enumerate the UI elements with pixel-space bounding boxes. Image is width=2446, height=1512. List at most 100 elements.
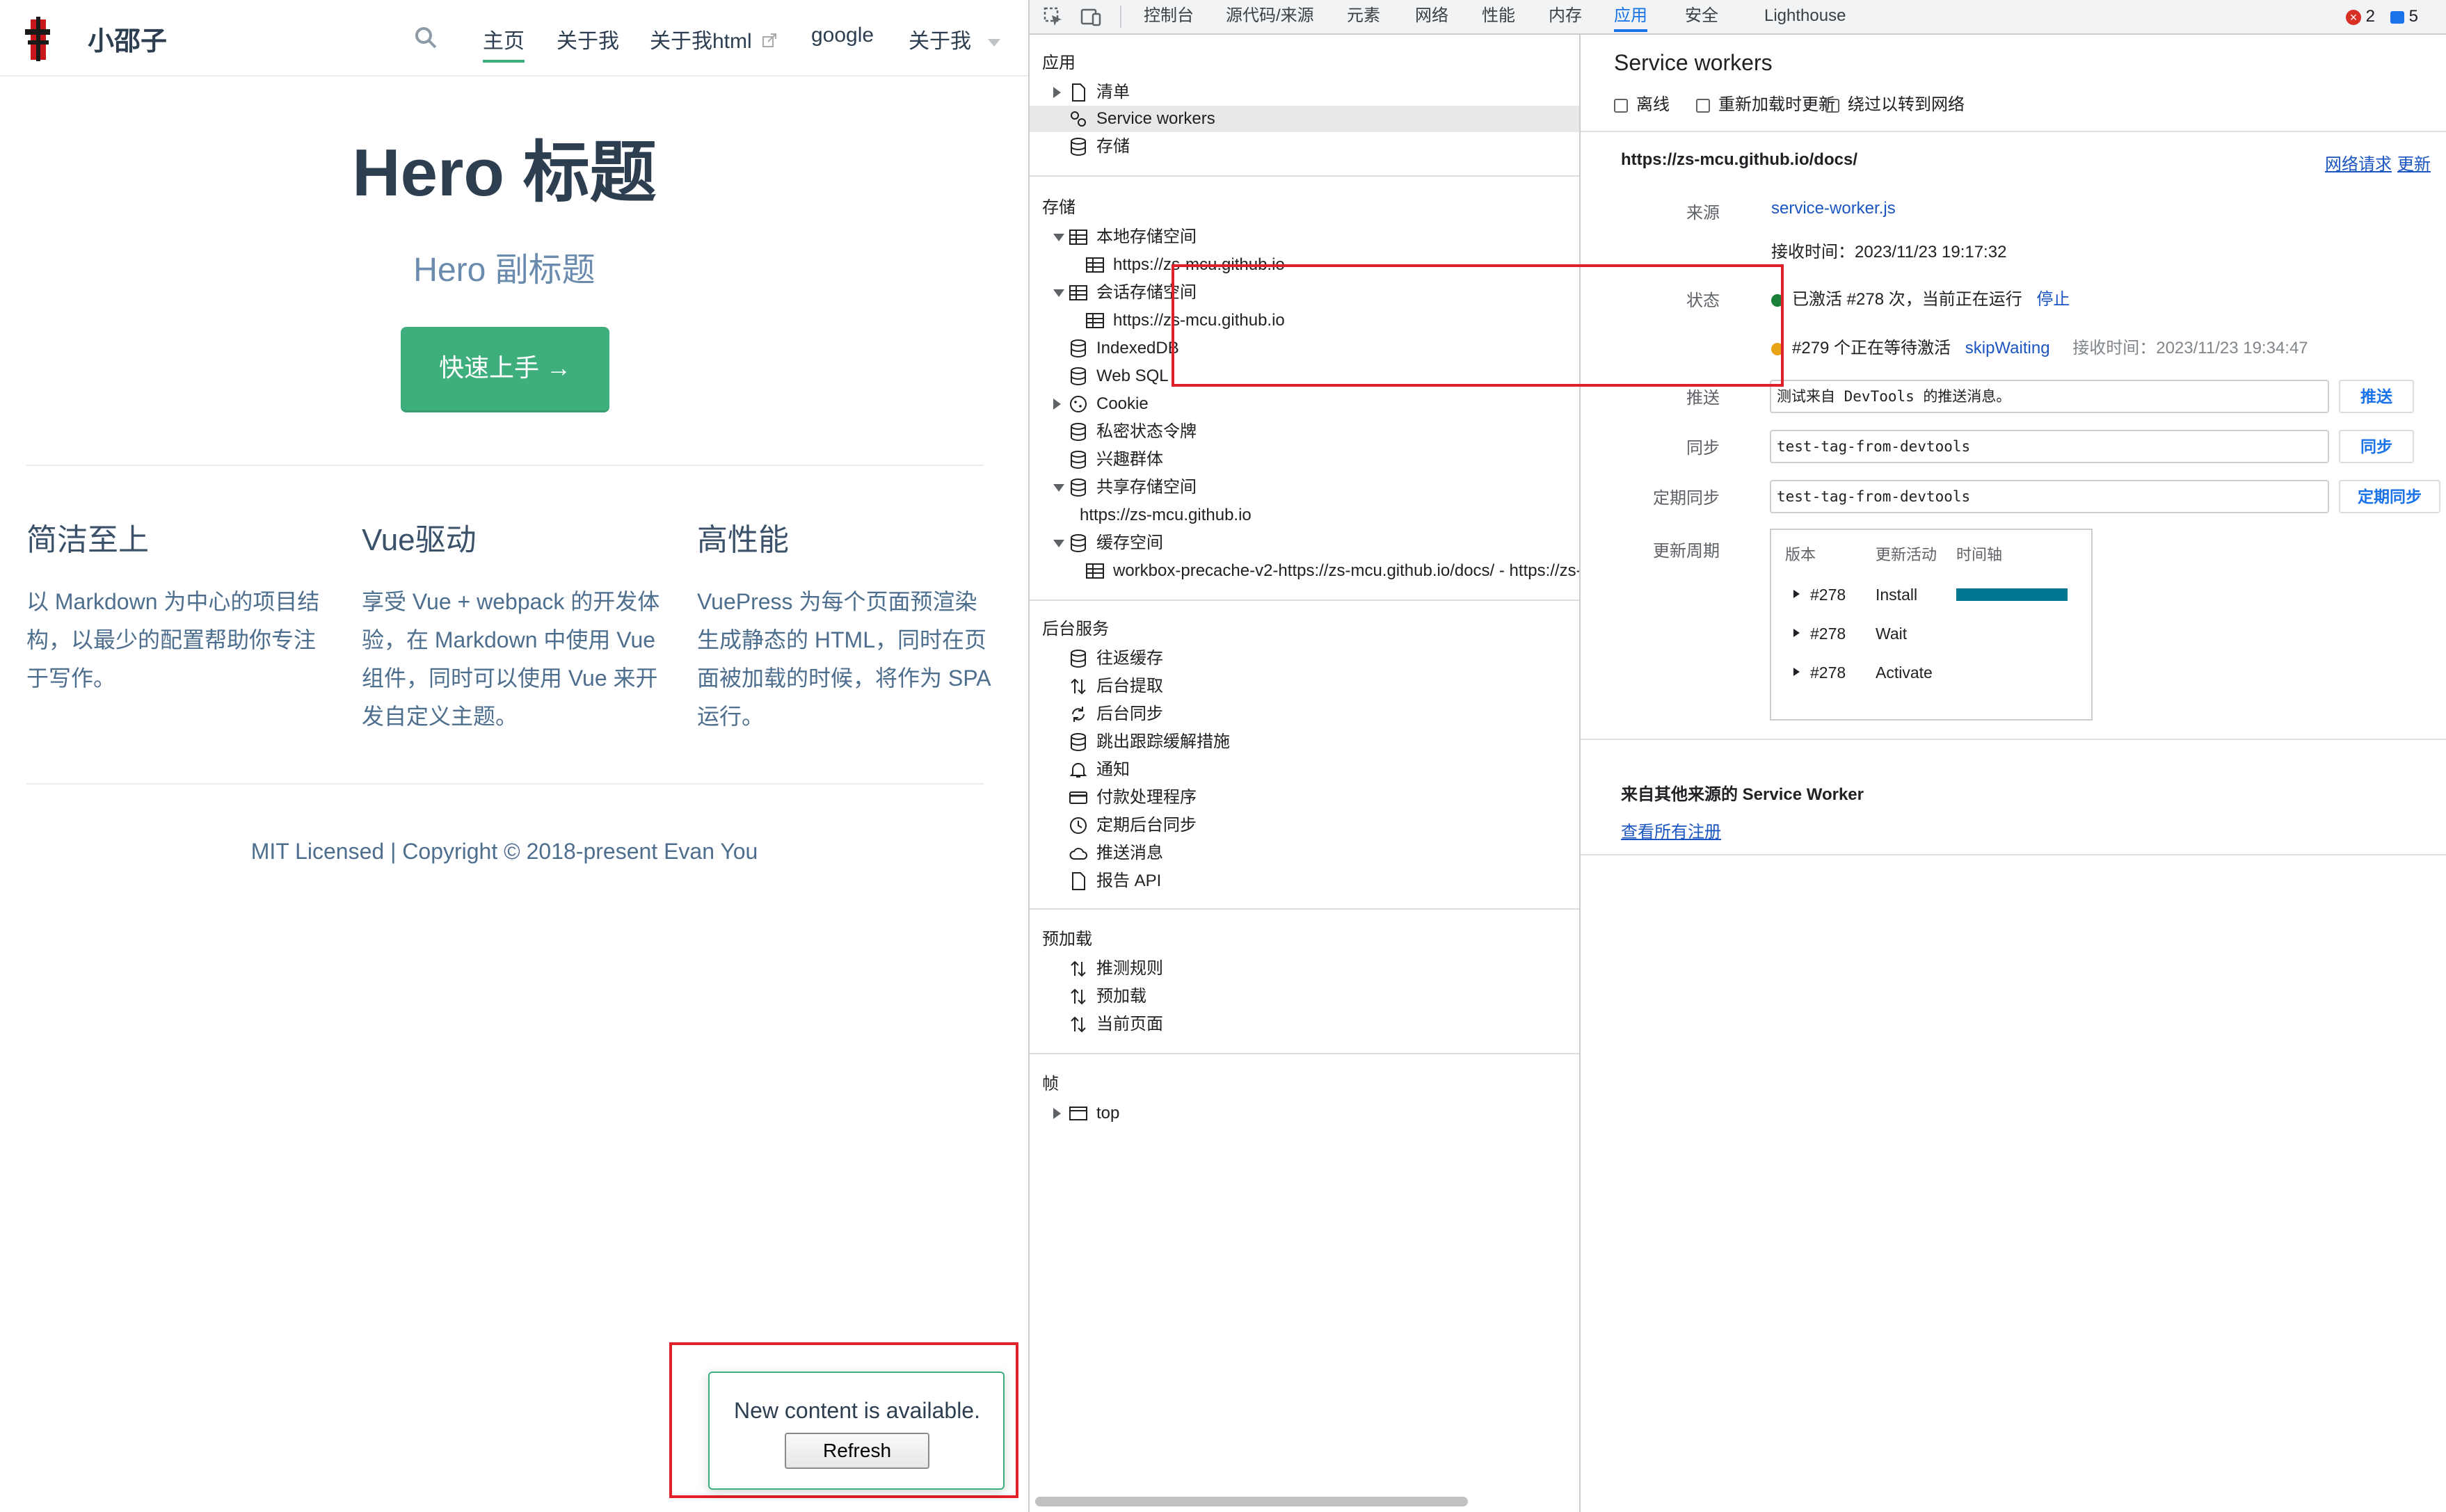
file-icon bbox=[1072, 872, 1085, 890]
sidebar-item-label: Cookie bbox=[1096, 394, 1149, 413]
bypass-for-network-checkbox[interactable]: 绕过以转到网络 bbox=[1825, 90, 1965, 115]
network-requests-link[interactable]: 网络请求 bbox=[2325, 150, 2392, 175]
expand-arrow-icon[interactable] bbox=[1053, 399, 1061, 410]
tab-performance[interactable]: 性能 bbox=[1482, 0, 1515, 32]
source-file-text[interactable]: service-worker.js bbox=[1771, 199, 1896, 218]
tab-sources[interactable]: 源代码/来源 bbox=[1226, 0, 1314, 32]
devtools-toolbar: 控制台 源代码/来源 元素 网络 性能 内存 应用 安全 Lighthouse … bbox=[1030, 0, 2446, 35]
refresh-button[interactable]: Refresh bbox=[785, 1433, 929, 1469]
section-divider bbox=[1030, 1053, 1579, 1054]
tab-elements[interactable]: 元素 bbox=[1347, 0, 1380, 32]
received-time: 接收时间：2023/11/23 19:17:32 bbox=[1771, 243, 2007, 262]
tab-application[interactable]: 应用 bbox=[1614, 0, 1647, 32]
cycle-version: #278 bbox=[1810, 625, 1846, 643]
cycle-version: #278 bbox=[1810, 586, 1846, 604]
checkbox-box[interactable] bbox=[1696, 98, 1710, 113]
site-logo[interactable] bbox=[22, 17, 57, 61]
nav-google[interactable]: google bbox=[811, 24, 874, 47]
sidebar-item-label: 定期后台同步 bbox=[1096, 816, 1197, 835]
tab-lighthouse[interactable]: Lighthouse bbox=[1764, 0, 1846, 32]
sync-input[interactable]: test-tag-from-devtools bbox=[1770, 430, 2329, 463]
get-started-button[interactable]: 快速上手 → bbox=[401, 327, 609, 412]
horizontal-scrollbar[interactable] bbox=[1035, 1497, 1468, 1506]
inspect-element-icon[interactable] bbox=[1042, 6, 1064, 28]
devtools-panel: 控制台 源代码/来源 元素 网络 性能 内存 应用 安全 Lighthouse … bbox=[1028, 0, 2446, 1512]
tab-security[interactable]: 安全 bbox=[1685, 0, 1718, 32]
sidebar-item-label: 共享存储空间 bbox=[1096, 478, 1197, 497]
message-badge[interactable]: 5 bbox=[2390, 6, 2418, 28]
sidebar-item-label: workbox-precache-v2-https://zs-mcu.githu… bbox=[1113, 561, 1579, 580]
database-icon bbox=[1071, 423, 1086, 442]
site-name[interactable]: 小邵子 bbox=[88, 19, 167, 58]
frame-icon bbox=[1069, 1107, 1087, 1120]
sidebar-item-label: 推测规则 bbox=[1096, 959, 1163, 978]
tab-console[interactable]: 控制台 bbox=[1144, 0, 1194, 32]
database-icon bbox=[1071, 478, 1086, 497]
expand-arrow-icon[interactable] bbox=[1793, 668, 1800, 676]
push-input[interactable]: 测试来自 DevTools 的推送消息。 bbox=[1770, 380, 2329, 413]
skip-waiting-link[interactable]: skipWaiting bbox=[1965, 339, 2050, 357]
nav-home[interactable]: 主页 bbox=[483, 24, 525, 63]
update-on-reload-checkbox[interactable]: 重新加载时更新 bbox=[1696, 90, 1835, 115]
nav-about-dropdown[interactable]: 关于我 bbox=[909, 24, 1001, 54]
clock-icon bbox=[1070, 817, 1087, 834]
update-cycle-table: 版本 更新活动 时间轴 #278 Install #278 Wait #278 … bbox=[1770, 529, 2093, 721]
section-divider bbox=[1581, 131, 2446, 132]
nav-about-html[interactable]: 关于我html bbox=[650, 24, 777, 54]
offline-checkbox[interactable]: 离线 bbox=[1614, 90, 1670, 115]
source-file-link[interactable]: service-worker.js bbox=[1771, 199, 1896, 218]
expand-arrow-icon[interactable] bbox=[1793, 590, 1800, 598]
device-toolbar-icon[interactable] bbox=[1080, 6, 1102, 28]
error-badge[interactable]: × 2 bbox=[2346, 6, 2375, 28]
collapse-arrow-icon[interactable] bbox=[1053, 540, 1064, 547]
database-icon bbox=[1071, 339, 1086, 358]
sidebar-item-label: 推送消息 bbox=[1096, 844, 1163, 862]
sync-button[interactable]: 同步 bbox=[2339, 430, 2414, 463]
expand-arrow-icon[interactable] bbox=[1793, 629, 1800, 637]
section-background-services: 后台服务 bbox=[1042, 620, 1109, 638]
section-storage: 存储 bbox=[1042, 198, 1076, 217]
periodic-sync-input[interactable]: test-tag-from-devtools bbox=[1770, 480, 2329, 513]
site-footer: MIT Licensed | Copyright © 2018-present … bbox=[250, 839, 758, 864]
database-icon bbox=[1071, 733, 1086, 752]
sidebar-item-label: top bbox=[1096, 1104, 1120, 1123]
tab-memory[interactable]: 内存 bbox=[1549, 0, 1582, 32]
tab-network[interactable]: 网络 bbox=[1415, 0, 1448, 32]
nav-about[interactable]: 关于我 bbox=[557, 24, 619, 54]
caret-down-icon bbox=[988, 38, 1001, 47]
see-all-registrations-link[interactable]: 查看所有注册 bbox=[1621, 818, 1721, 842]
sidebar-item-shared-storage-origin[interactable]: https://zs-mcu.github.io bbox=[1080, 502, 1252, 529]
expand-arrow-icon[interactable] bbox=[1053, 1108, 1061, 1119]
message-icon bbox=[2390, 10, 2404, 24]
feature-title: 高性能 bbox=[697, 523, 789, 557]
checkbox-label: 绕过以转到网络 bbox=[1848, 95, 1965, 114]
sidebar-item-label: 清单 bbox=[1096, 83, 1130, 102]
collapse-arrow-icon[interactable] bbox=[1053, 234, 1064, 241]
checkbox-box[interactable] bbox=[1614, 98, 1628, 113]
site-navbar: 小邵子 主页 关于我 关于我html google 关于我 bbox=[0, 0, 1028, 77]
expand-arrow-icon[interactable] bbox=[1053, 87, 1061, 98]
section-divider bbox=[1030, 600, 1579, 601]
sidebar-item-service-workers[interactable]: Service workers bbox=[1030, 106, 1579, 132]
status-waiting-text: #279 个正在等待激活 bbox=[1792, 339, 1951, 357]
database-icon bbox=[1071, 367, 1086, 386]
collapse-arrow-icon[interactable] bbox=[1053, 484, 1064, 492]
periodic-sync-button[interactable]: 定期同步 bbox=[2339, 480, 2440, 513]
collapse-arrow-icon[interactable] bbox=[1053, 289, 1064, 297]
table-icon bbox=[1086, 257, 1104, 273]
file-icon bbox=[1072, 83, 1085, 102]
sync-icon bbox=[1072, 707, 1085, 722]
section-divider bbox=[1581, 854, 2446, 855]
feature-card: 高性能 VuePress 为每个页面预渲染生成静态的 HTML，同时在页面被加载… bbox=[697, 515, 996, 736]
feature-text: 享受 Vue + webpack 的开发体验，在 Markdown 中使用 Vu… bbox=[362, 589, 660, 729]
timeline-bar bbox=[1956, 588, 2068, 601]
search-icon[interactable] bbox=[413, 25, 438, 50]
sidebar-item-label: 预加载 bbox=[1096, 987, 1146, 1006]
section-preloading: 预加载 bbox=[1042, 930, 1092, 949]
push-button[interactable]: 推送 bbox=[2339, 380, 2414, 413]
checkbox-box[interactable] bbox=[1825, 98, 1839, 113]
up-down-arrows-icon bbox=[1071, 960, 1086, 977]
update-link[interactable]: 更新 bbox=[2397, 150, 2431, 175]
stop-link[interactable]: 停止 bbox=[2036, 290, 2070, 309]
sidebar-item-label: 本地存储空间 bbox=[1096, 227, 1197, 246]
